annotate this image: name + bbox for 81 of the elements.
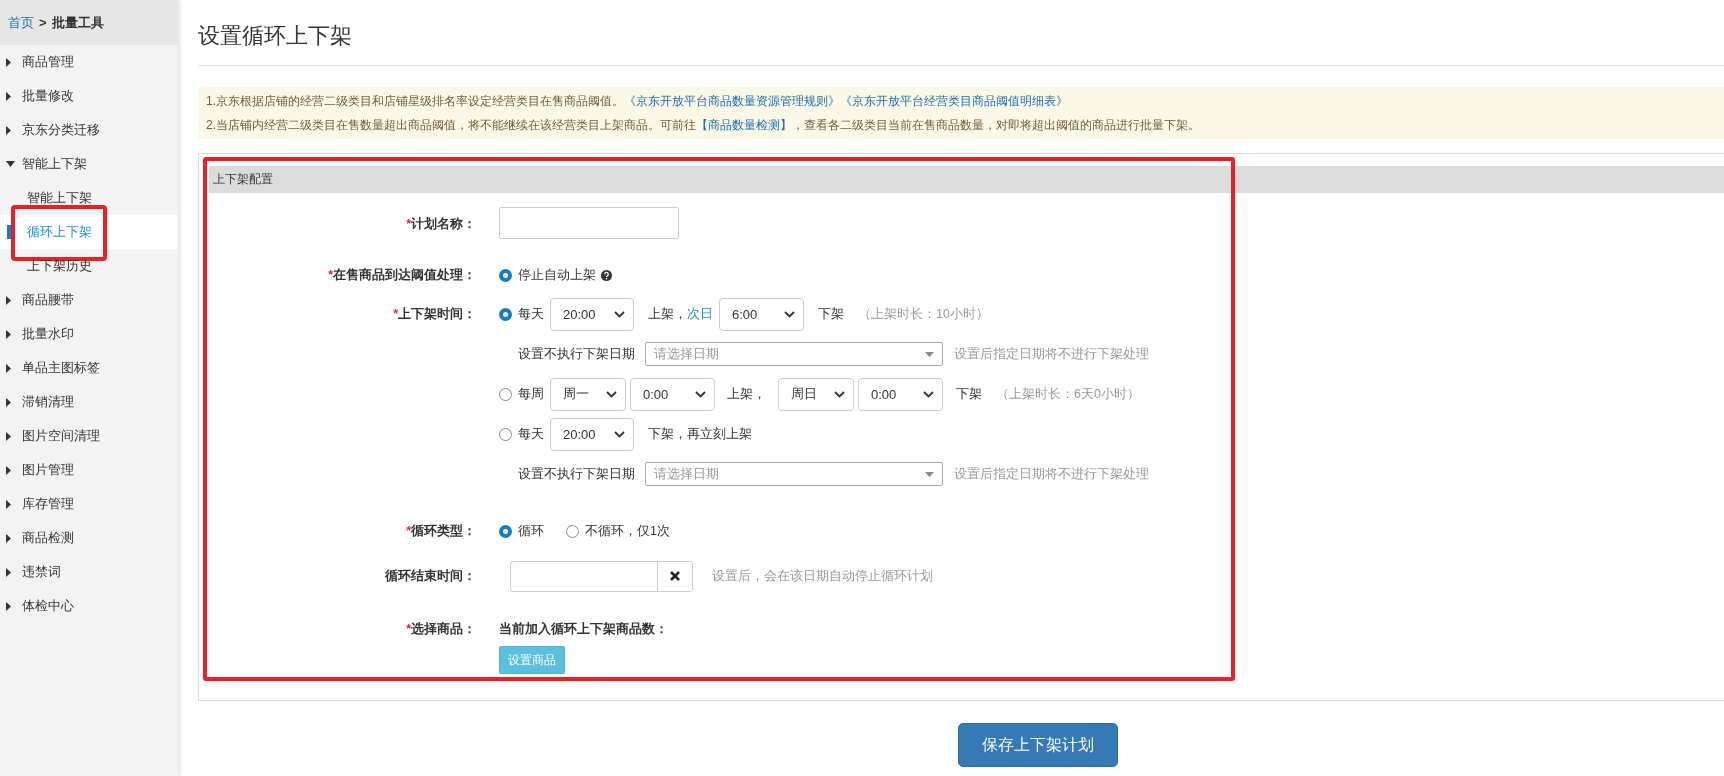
sidebar-item[interactable]: 商品管理 [22, 53, 74, 71]
sidebar-subitem[interactable]: 循环上下架 [0, 215, 178, 249]
chevron-down-icon [923, 390, 934, 398]
chevron-down-icon [606, 390, 617, 398]
text-label: 下架，再立刻上架 [648, 425, 752, 443]
page-title: 设置循环上下架 [198, 0, 1724, 66]
sidebar-item[interactable]: 智能上下架 [22, 155, 87, 173]
chevron-down-icon [695, 390, 706, 398]
breadcrumb-link[interactable]: 首页 [8, 13, 34, 32]
radio-label: 每周 [518, 385, 544, 403]
text-label: 设置不执行下架日期 [518, 465, 635, 483]
hint-text: 设置后指定日期将不进行下架处理 [954, 345, 1149, 363]
field-label: *循环类型： [405, 523, 476, 540]
time-select[interactable]: 0:00 [630, 377, 715, 411]
radio-button-selected[interactable] [499, 524, 512, 538]
sidebar-item[interactable]: 京东分类迁移 [22, 121, 100, 139]
radio-label: 循环 [518, 522, 544, 540]
help-icon [601, 269, 612, 281]
chevron-down-icon [834, 390, 845, 398]
next-day-text: 次日 [687, 305, 713, 323]
radio-button[interactable] [499, 387, 512, 401]
breadcrumb-current: 批量工具 [51, 13, 104, 32]
text-label: 下架 [956, 385, 982, 403]
radio-button-selected[interactable] [499, 307, 512, 321]
rule-link[interactable]: 《京东开放平台经营类目商品阈值明细表》 [840, 94, 1068, 108]
rule-link[interactable]: 《京东开放平台商品数量资源管理规则》 [624, 94, 840, 108]
breadcrumb-separator: > [39, 15, 47, 30]
sidebar-item[interactable]: 商品检测 [22, 529, 74, 547]
weekday-select[interactable]: 周一 [550, 377, 626, 411]
sidebar-item[interactable]: 违禁词 [22, 563, 61, 581]
time-select[interactable]: 20:00 [550, 297, 634, 331]
radio-button-selected[interactable] [499, 268, 512, 282]
caret-down-icon [925, 471, 934, 477]
notice-text: 1.京东根据店铺的经营二级类目和店铺星级排名率设定经营类目在售商品阈值。《京东开放平台商品数量资源管理规则》《京东开放平台经营类目商品阈值明细表》 [206, 93, 1069, 110]
sidebar-item[interactable]: 批量修改 [22, 87, 74, 105]
chevron-down-icon [614, 310, 625, 318]
rule-link[interactable]: 【商品数量检测】 [696, 118, 792, 132]
chevron-down-icon [614, 430, 625, 438]
end-date-input[interactable] [510, 560, 693, 592]
caret-down-icon [925, 351, 934, 357]
radio-label: 停止自动上架 [518, 266, 596, 284]
sidebar-subitem[interactable]: 智能上下架 [0, 181, 178, 215]
radio-label: 不循环，仅1次 [585, 522, 670, 540]
hint-text: 设置后，会在该日期自动停止循环计划 [712, 567, 933, 585]
sidebar-item[interactable]: 商品腰带 [22, 291, 74, 309]
radio-button[interactable] [499, 427, 512, 441]
sidebar-item[interactable]: 单品主图标签 [22, 359, 100, 377]
sidebar-item[interactable]: 图片空间清理 [22, 427, 100, 445]
sidebar-item[interactable]: 库存管理 [22, 495, 74, 513]
field-label: *上下架时间： [392, 306, 476, 323]
field-label: 循环结束时间： [384, 568, 476, 585]
sidebar-item[interactable]: 图片管理 [22, 461, 74, 479]
field-label: *在售商品到达阈值处理： [327, 267, 476, 284]
text-label: 下架 [818, 305, 844, 323]
time-select[interactable]: 6:00 [719, 297, 804, 331]
selection-bar [7, 225, 11, 239]
hint-text: 设置后指定日期将不进行下架处理 [954, 465, 1149, 483]
panel-header: 上下架配置 [209, 166, 1724, 193]
radio-label: 每天 [518, 425, 544, 443]
time-select[interactable]: 0:00 [858, 377, 943, 411]
field-label: *计划名称： [405, 216, 476, 233]
time-select[interactable]: 20:00 [550, 417, 634, 451]
duration-text: （上架时长：6天0小时） [996, 385, 1140, 403]
sidebar-item[interactable]: 批量水印 [22, 325, 74, 343]
text-label: 设置不执行下架日期 [518, 345, 635, 363]
text-label: 上架， [727, 385, 766, 403]
field-label: *选择商品： [405, 621, 476, 638]
plan-name-input[interactable] [499, 207, 679, 239]
sidebar-item[interactable]: 体检中心 [22, 597, 74, 615]
save-button[interactable]: 保存上下架计划 [958, 723, 1118, 767]
notice-text: 2.当店铺内经营二级类目在售数量超出商品阈值，将不能继续在该经营类目上架商品。可前往【商品数量检测】，查看各二级类目当前在售商品数量，对即将超出阈值的商品进行批量下架。 [206, 117, 1201, 134]
sidebar-item[interactable]: 滞销清理 [22, 393, 74, 411]
count-label: 当前加入循环上下架商品数： [499, 620, 668, 638]
chevron-down-icon [784, 310, 795, 318]
duration-text: （上架时长：10小时） [858, 305, 989, 323]
close-icon [670, 571, 680, 581]
radio-label: 每天 [518, 305, 544, 323]
sidebar-subitem[interactable]: 上下架历史 [0, 249, 178, 283]
text-label: 上架， [648, 305, 687, 323]
radio-button[interactable] [566, 524, 579, 538]
weekday-select[interactable]: 周日 [778, 377, 854, 411]
